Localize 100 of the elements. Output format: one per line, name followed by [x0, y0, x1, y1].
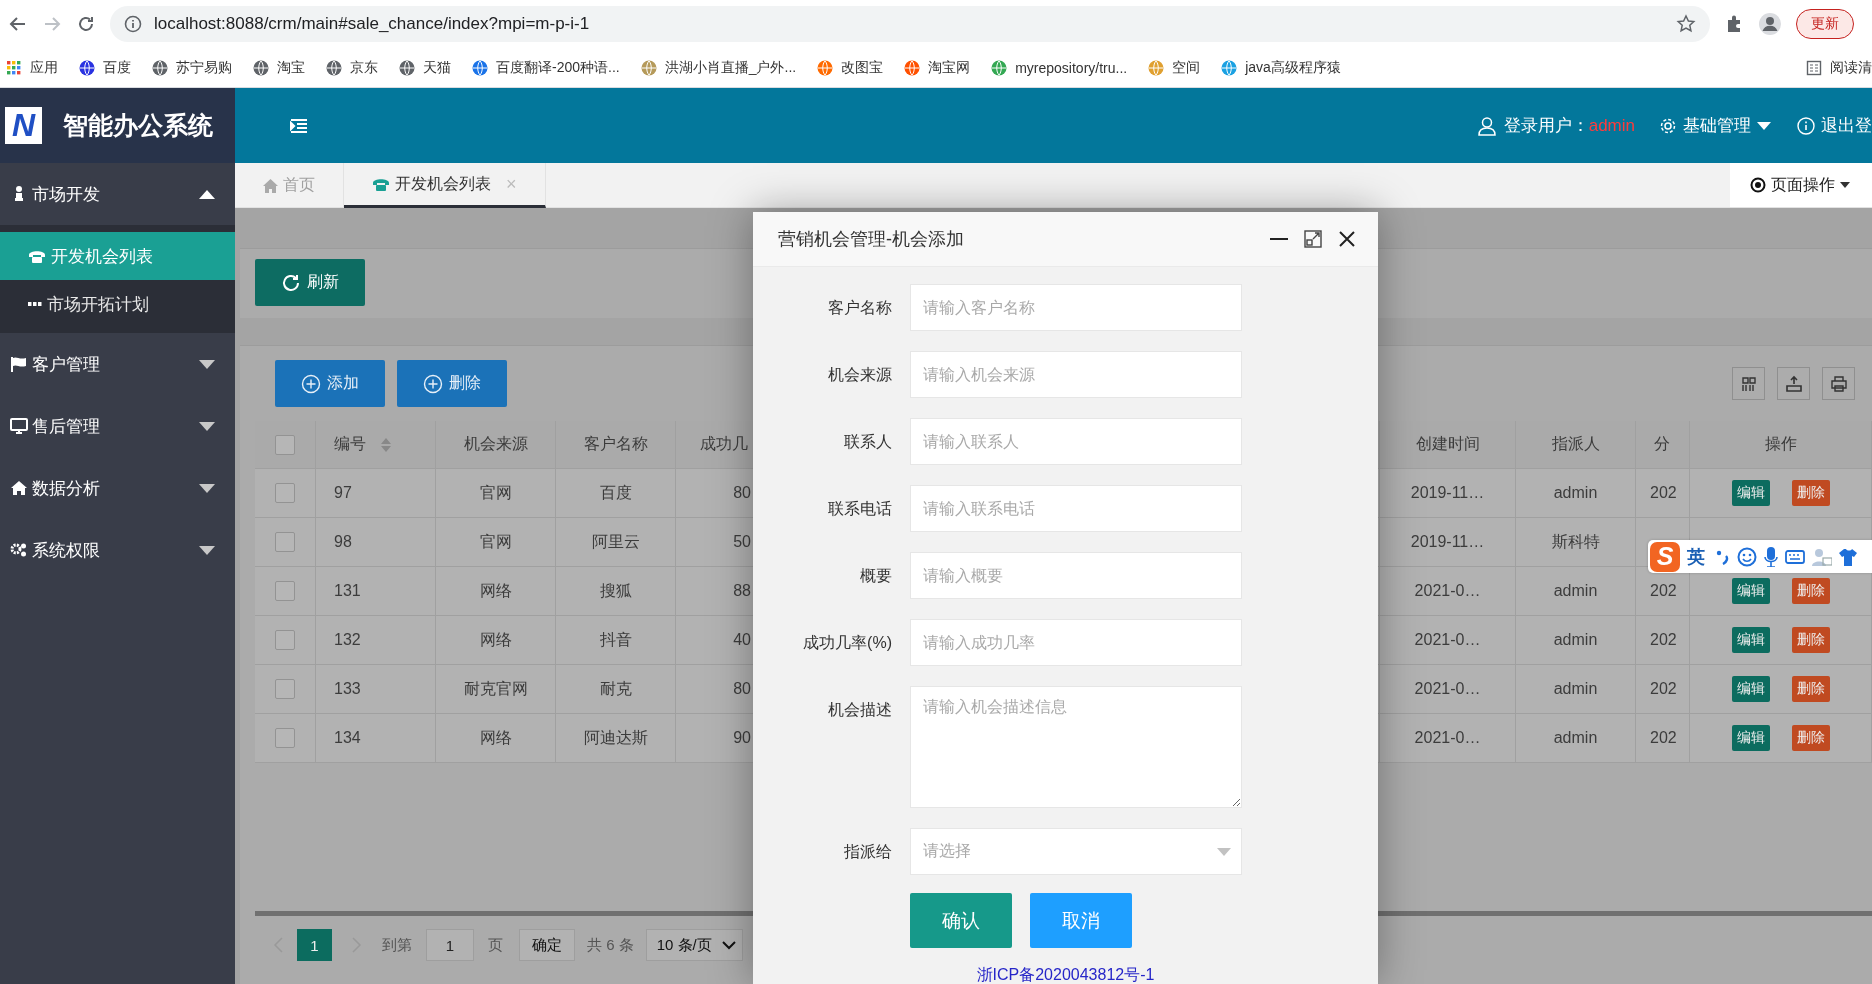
phone-icon	[372, 177, 390, 191]
address-bar[interactable]: localhost:8088/crm/main#sale_chance/index?mpi=m-p-i-1	[110, 6, 1710, 42]
nav-subitem[interactable]: 市场开拓计划	[0, 280, 235, 328]
update-button[interactable]: 更新	[1796, 9, 1854, 39]
input-field[interactable]: 请输入机会来源	[910, 351, 1242, 398]
confirm-button[interactable]: 确认	[910, 893, 1012, 948]
star-icon[interactable]	[1676, 14, 1696, 34]
bookmark[interactable]: 天猫	[399, 58, 451, 77]
bookmark[interactable]: java高级程序猿	[1221, 58, 1341, 77]
keyboard-icon[interactable]	[1785, 549, 1805, 564]
bookmark[interactable]: 阅读清	[1806, 58, 1872, 77]
bookmark[interactable]: 百度翻译-200种语...	[472, 58, 620, 77]
menu-icon[interactable]	[290, 117, 308, 134]
delete-button[interactable]: 删除	[1791, 480, 1830, 506]
page-unit: 页	[488, 935, 503, 955]
input-field[interactable]: 请输入联系人	[910, 418, 1242, 465]
table-cell: 50	[733, 533, 751, 551]
caret-icon	[1840, 182, 1850, 188]
table-cell: 2021-0…	[1414, 631, 1481, 649]
column-header: 成功几	[700, 434, 748, 454]
column-header: 客户名称	[583, 434, 648, 454]
shirt-icon[interactable]	[1839, 547, 1857, 566]
export-button[interactable]	[1777, 367, 1810, 400]
input-field[interactable]: 请输入成功几率	[910, 619, 1242, 666]
emoji-icon[interactable]	[1737, 546, 1757, 567]
add-button[interactable]: 添加	[275, 360, 385, 407]
footer-link[interactable]: 浙ICP备2020043812号-1	[976, 966, 1155, 983]
input-field[interactable]: 请输入概要	[910, 552, 1242, 599]
page-actions-menu[interactable]: 页面操作	[1730, 163, 1872, 207]
person-icon[interactable]	[1812, 547, 1832, 566]
delete-button[interactable]: 删除	[397, 360, 507, 407]
checkbox[interactable]	[275, 483, 295, 503]
menu-button[interactable]: 基础管理	[1659, 114, 1771, 137]
bookmark[interactable]: 应用	[6, 58, 58, 77]
page-size-select[interactable]: 10 条/页	[645, 929, 743, 961]
bookmark[interactable]: 洪湖小肖直播_户外...	[640, 58, 797, 77]
checkbox[interactable]	[275, 679, 295, 699]
field-label: 概要	[859, 566, 893, 586]
bookmark[interactable]: 空间	[1148, 58, 1201, 77]
table-cell: 2021-0…	[1414, 729, 1481, 747]
table-cell-text: 阿里云	[591, 531, 640, 552]
avatar-icon[interactable]	[1758, 12, 1782, 36]
edit-button[interactable]: 编辑	[1731, 725, 1770, 751]
checkbox[interactable]	[275, 581, 295, 601]
chevron-down-icon	[721, 940, 736, 950]
bookmark[interactable]: 淘宝网	[904, 58, 971, 77]
bookmark[interactable]: myrepository/tru...	[991, 59, 1128, 76]
checkbox[interactable]	[275, 728, 295, 748]
checkbox[interactable]	[275, 434, 295, 455]
table-cell: 202	[1650, 729, 1677, 747]
maximize-icon[interactable]	[1304, 230, 1322, 248]
page-number[interactable]: 1	[297, 929, 332, 961]
info-icon	[1797, 116, 1815, 135]
logout-link[interactable]: 退出登	[1797, 114, 1872, 137]
punctuation-icon[interactable]	[1716, 548, 1730, 565]
input-field[interactable]: 请输入客户名称	[910, 284, 1242, 331]
nav-item[interactable]: 数据分析	[0, 457, 235, 519]
column-header[interactable]: 编号	[334, 434, 366, 455]
table-cell: 40	[733, 631, 751, 649]
nav-item[interactable]: 系统权限	[0, 519, 235, 581]
input-field[interactable]: 请输入联系电话	[910, 485, 1242, 532]
columns-button[interactable]	[1732, 367, 1765, 400]
delete-button[interactable]: 删除	[1791, 725, 1830, 751]
edit-button[interactable]: 编辑	[1731, 480, 1770, 506]
print-button[interactable]	[1822, 367, 1855, 400]
edit-button[interactable]: 编辑	[1731, 676, 1770, 702]
delete-button[interactable]: 删除	[1791, 578, 1830, 604]
delete-button[interactable]: 删除	[1791, 627, 1830, 653]
nav-item[interactable]: 客户管理	[0, 333, 235, 395]
refresh-button[interactable]: 刷新	[255, 259, 365, 306]
nav-item[interactable]: 市场开发	[0, 163, 235, 225]
bookmark[interactable]: 京东	[326, 58, 378, 77]
url-text: localhost:8088/crm/main#sale_chance/index?mpi=m-p-i-1	[154, 14, 591, 34]
table-cell: admin	[1553, 631, 1598, 649]
checkbox[interactable]	[275, 532, 295, 552]
edit-button[interactable]: 编辑	[1731, 627, 1770, 653]
dots-icon	[28, 302, 42, 306]
table-cell: 133	[334, 680, 361, 698]
bookmark[interactable]: 淘宝	[253, 58, 305, 77]
bookmark[interactable]: 改图宝	[817, 58, 884, 77]
page-input[interactable]: 1	[426, 929, 474, 961]
text-area[interactable]: 请输入机会描述信息	[910, 686, 1242, 808]
caret-down-icon	[1217, 847, 1231, 856]
table-cell: 202	[1650, 680, 1677, 698]
nav-item[interactable]: 售后管理	[0, 395, 235, 457]
close-icon[interactable]	[1338, 230, 1356, 248]
confirm-button[interactable]: 确定	[519, 929, 575, 961]
input-mode-button[interactable]: 英	[1687, 544, 1705, 569]
table-cell: 2021-0…	[1414, 582, 1481, 600]
delete-button[interactable]: 删除	[1791, 676, 1830, 702]
bookmark[interactable]: 苏宁易购	[152, 58, 232, 77]
edit-button[interactable]: 编辑	[1731, 578, 1770, 604]
reload-icon[interactable]	[76, 14, 96, 34]
checkbox[interactable]	[275, 630, 295, 650]
home-icon	[263, 178, 278, 193]
table-cell-text: 斯科特	[1551, 531, 1600, 552]
app-title: 智能办公系统	[63, 110, 213, 141]
bookmark[interactable]: 百度	[79, 58, 131, 77]
nav-icon	[10, 355, 28, 373]
microphone-icon[interactable]	[1764, 546, 1778, 567]
